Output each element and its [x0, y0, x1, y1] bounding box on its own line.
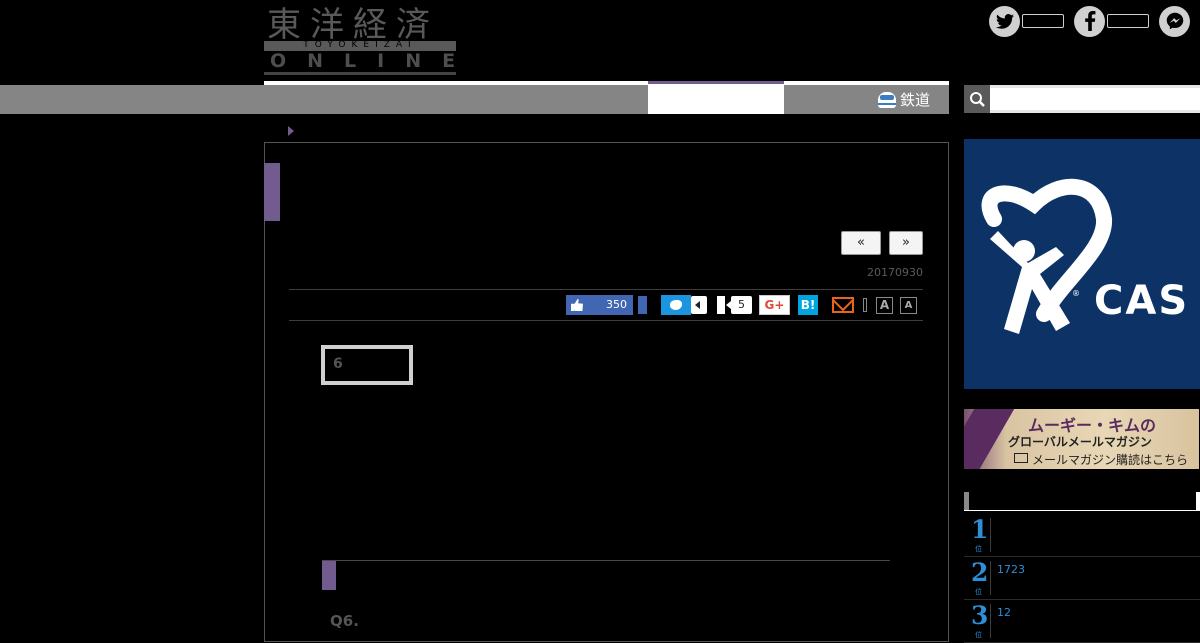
share-divider-top	[289, 289, 923, 290]
twitter-follow[interactable]	[989, 5, 1064, 37]
hatena-bookmark-count: 5	[726, 296, 752, 314]
advertisement[interactable]: ® CAS	[964, 139, 1200, 389]
tweet-count	[691, 296, 707, 314]
search-input[interactable]	[990, 88, 1200, 110]
facebook-like-button[interactable]: 350	[566, 295, 633, 315]
logo-online: ONLINE	[270, 50, 477, 72]
banner-cta: メールマガジン購読はこちら	[1032, 453, 1189, 467]
tweet-button[interactable]	[661, 295, 691, 315]
article-container	[264, 142, 949, 642]
ranking-item[interactable]: 1 位	[964, 514, 1200, 557]
rank-unit: 位	[975, 545, 982, 553]
ranking-header	[964, 492, 1200, 511]
rank-divider	[990, 561, 991, 595]
ad-text: CAS	[1094, 278, 1190, 324]
question-number: 6	[333, 356, 343, 372]
rank-divider	[990, 518, 991, 552]
svg-text:®: ®	[1072, 289, 1080, 298]
search-icon	[970, 92, 985, 107]
publish-date: 20170930	[867, 266, 923, 279]
title-accent-bar	[264, 163, 280, 221]
rank-unit: 位	[975, 588, 982, 596]
rank-number: 2	[971, 558, 989, 587]
facebook-share-button[interactable]	[638, 296, 647, 314]
section-heading-accent	[322, 561, 336, 590]
hatena-count-box	[717, 296, 725, 314]
twitter-bird-icon	[670, 300, 682, 310]
banner-subtitle: グローバルメールマガジン	[1008, 435, 1152, 449]
train-icon	[878, 91, 896, 108]
ranking-item[interactable]: 3 位 12	[964, 600, 1200, 643]
nav-item-railway-label: 鉄道	[900, 91, 931, 109]
next-page-button[interactable]: »	[889, 231, 923, 255]
font-size-large-button[interactable]: A	[876, 297, 893, 314]
ranking-item[interactable]: 2 位 1723	[964, 557, 1200, 600]
logo-kanji: 東洋経済	[267, 5, 439, 45]
mail-share-icon[interactable]	[832, 297, 854, 313]
breadcrumb-arrow-icon	[288, 126, 294, 136]
mail-envelope-icon	[1014, 453, 1028, 463]
rank-divider	[990, 604, 991, 638]
section-heading-rule	[322, 560, 890, 561]
twitter-count	[1022, 14, 1064, 28]
question-6-label: Q6.	[330, 612, 359, 630]
ad-heart-logo-icon: ®	[981, 178, 1112, 334]
nav-item-railway[interactable]: 鉄道	[878, 85, 930, 114]
prev-page-button[interactable]: «	[841, 231, 881, 255]
facebook-icon	[1074, 5, 1105, 37]
google-plus-button[interactable]: G+	[759, 295, 790, 315]
ranking-header-left-mark	[964, 492, 969, 510]
messenger-share[interactable]	[1159, 5, 1190, 37]
global-nav	[0, 85, 949, 114]
font-size-small-button[interactable]: A	[900, 297, 917, 314]
facebook-follow[interactable]	[1074, 5, 1149, 37]
facebook-like-count: 350	[606, 298, 627, 311]
rank-title: 12	[997, 606, 1011, 619]
newsletter-banner[interactable]: ムーギー・キムの グローバルメールマガジン メールマガジン購読はこちら	[964, 409, 1199, 469]
messenger-icon	[1159, 5, 1190, 37]
rank-number: 3	[971, 601, 989, 630]
share-divider-bottom	[289, 320, 923, 321]
question-number-box: 6	[321, 345, 413, 385]
ranking-header-right-mark	[1196, 492, 1200, 510]
question-6: Q6.	[330, 612, 363, 630]
facebook-count	[1107, 14, 1149, 28]
rank-title: 1723	[997, 563, 1025, 576]
thumbs-up-icon	[571, 299, 583, 311]
twitter-icon	[989, 5, 1020, 37]
logo-rule	[264, 72, 456, 75]
rank-unit: 位	[975, 631, 982, 639]
hatena-bookmark-button[interactable]: B!	[798, 295, 818, 315]
site-logo[interactable]: 東洋経済 TOYOKEIZAI ONLINE	[264, 5, 459, 75]
nav-tab-active[interactable]	[648, 81, 784, 114]
search-button[interactable]	[964, 85, 990, 113]
rank-number: 1	[971, 515, 989, 544]
share-separator	[863, 298, 867, 312]
